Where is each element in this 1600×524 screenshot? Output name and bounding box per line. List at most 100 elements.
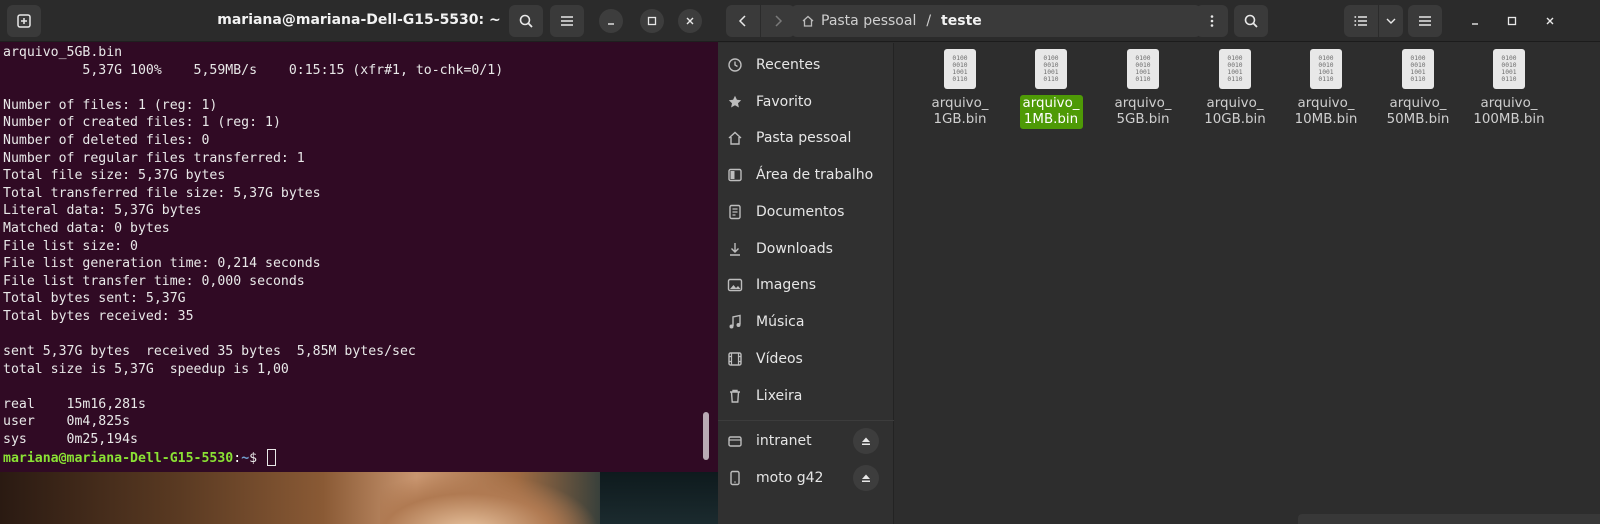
terminal-menu-button[interactable] [550,5,584,37]
file-item[interactable]: 0100 0010 1001 0110 arquivo_ 5GB.bin [1100,49,1186,129]
forward-button[interactable] [761,5,795,37]
sidebar-item-home[interactable]: Pasta pessoal [718,120,894,156]
sidebar-item-label: Recentes [756,57,821,73]
files-menu-button[interactable] [1408,5,1442,37]
terminal-line: Total bytes sent: 5,37G [3,291,186,307]
sidebar-item-music[interactable]: Música [718,304,894,340]
binary-file-icon: 0100 0010 1001 0110 [1219,49,1251,89]
file-icon-bits: 0100 0010 1001 0110 [1501,54,1517,84]
terminal-line: Number of deleted files: 0 [3,132,210,148]
sidebar-item-label: Vídeos [756,351,803,367]
terminal-line: total size is 5,37G speedup is 1,00 [3,361,289,377]
terminal-header-bar[interactable]: mariana@mariana-Dell-G15-5530: ~ [0,0,718,42]
sidebar-item-desktop[interactable]: Área de trabalho [718,157,894,193]
view-toggle-button[interactable] [1344,5,1378,37]
terminal-line: arquivo_5GB.bin [3,45,123,60]
sidebar-item-documents[interactable]: Documentos [718,194,894,230]
minimize-icon [608,23,614,25]
terminal-line: 5,37G 100% 5,59MB/s 0:15:15 (xfr#1, to-c… [3,62,504,78]
file-name: arquivo_ 1GB.bin [931,96,989,127]
home-icon [726,129,744,147]
binary-file-icon: 0100 0010 1001 0110 [1402,49,1434,89]
sidebar-item-trash[interactable]: Lixeira [718,378,894,414]
sidebar-item-videos[interactable]: Vídeos [718,341,894,377]
file-item[interactable]: 0100 0010 1001 0110 arquivo_ 1MB.bin [1008,49,1094,129]
home-icon [801,14,815,28]
list-view-icon [1354,16,1367,26]
sidebar-item-label: Área de trabalho [756,167,874,183]
sidebar-item-images[interactable]: Imagens [718,267,894,303]
terminal-line: Number of created files: 1 (reg: 1) [3,115,281,131]
sidebar-item-intranet[interactable]: intranet [718,423,894,459]
sidebar-item-label: Favorito [756,94,812,110]
terminal-output[interactable]: arquivo_5GB.bin 5,37G 100% 5,59MB/s 0:15… [0,44,710,470]
file-name: arquivo_ 5GB.bin [1114,96,1172,127]
terminal-search-button[interactable] [509,5,543,37]
phone-icon [726,469,744,487]
new-tab-button[interactable] [7,5,41,37]
file-name: arquivo_ 10GB.bin [1204,96,1266,127]
path-segment-home[interactable]: Pasta pessoal [821,13,916,29]
star-icon [726,93,744,111]
minimize-icon [1472,23,1478,25]
file-item[interactable]: 0100 0010 1001 0110 arquivo_ 10MB.bin [1283,49,1369,129]
binary-file-icon: 0100 0010 1001 0110 [1035,49,1067,89]
sidebar-item-starred[interactable]: Favorito [718,84,894,120]
terminal-line: File list transfer time: 0,000 seconds [3,273,305,289]
file-item[interactable]: 0100 0010 1001 0110 arquivo_ 1GB.bin [917,49,1003,129]
file-item[interactable]: 0100 0010 1001 0110 arquivo_ 50MB.bin [1375,49,1461,129]
file-name: arquivo_ 10MB.bin [1294,96,1358,127]
view-options-dropdown[interactable] [1379,5,1403,37]
terminal-line: user 0m4,825s [3,414,131,430]
terminal-scrollbar[interactable] [703,412,709,460]
close-button[interactable] [678,9,702,33]
close-button[interactable] [1538,9,1562,33]
minimize-button[interactable] [1463,9,1487,33]
maximize-icon [1507,16,1517,26]
binary-file-icon: 0100 0010 1001 0110 [944,49,976,89]
file-grid[interactable]: 0100 0010 1001 0110 arquivo_ 1GB.bin 0100 … [895,43,1600,524]
file-item[interactable]: 0100 0010 1001 0110 arquivo_ 100MB.bin [1466,49,1552,129]
files-search-button[interactable] [1234,5,1268,37]
terminal-line: File list size: 0 [3,238,138,254]
terminal-line: sent 5,37G bytes received 35 bytes 5,85M… [3,344,416,360]
close-icon [686,17,694,25]
sidebar-item-downloads[interactable]: Downloads [718,231,894,267]
binary-file-icon: 0100 0010 1001 0110 [1127,49,1159,89]
download-icon [726,240,744,258]
sidebar-item-moto-g42[interactable]: moto g42 [718,460,894,496]
path-separator: / [926,13,932,29]
file-item[interactable]: 0100 0010 1001 0110 arquivo_ 10GB.bin [1192,49,1278,129]
terminal-window[interactable]: mariana@mariana-Dell-G15-5530: ~ arquivo… [0,0,718,472]
path-segment-current[interactable]: teste [941,13,982,29]
file-manager-header-bar[interactable]: Pasta pessoal / teste [718,0,1600,42]
eject-button[interactable] [853,465,879,491]
sidebar-item-label: Imagens [756,277,817,293]
prompt-user-host: mariana@mariana-Dell-G15-5530 [3,450,234,466]
maximize-button[interactable] [1500,9,1524,33]
terminal-line: Number of regular files transferred: 1 [3,150,305,166]
file-icon-bits: 0100 0010 1001 0110 [1043,54,1059,84]
hamburger-icon [1419,16,1431,26]
eject-button[interactable] [853,428,879,454]
vertical-dots-icon [1210,15,1214,27]
minimize-button[interactable] [599,9,623,33]
file-manager-window[interactable]: Pasta pessoal / teste Recentes Favorito … [718,0,1600,524]
terminal-line: Total transferred file size: 5,37G bytes [3,185,321,201]
desktop-icon [726,166,744,184]
sidebar[interactable]: Recentes Favorito Pasta pessoal Área de … [718,43,894,524]
sidebar-item-recent[interactable]: Recentes [718,47,894,83]
file-icon-bits: 0100 0010 1001 0110 [1227,54,1243,84]
path-bar[interactable]: Pasta pessoal / teste [791,5,1201,37]
maximize-button[interactable] [640,9,664,33]
back-button[interactable] [726,5,760,37]
binary-file-icon: 0100 0010 1001 0110 [1310,49,1342,89]
path-options-button[interactable] [1196,5,1228,37]
file-icon-bits: 0100 0010 1001 0110 [1318,54,1334,84]
sidebar-divider [718,420,894,421]
prompt-symbol: $ [249,450,266,466]
terminal-line: Matched data: 0 bytes [3,220,170,236]
image-icon [726,276,744,294]
